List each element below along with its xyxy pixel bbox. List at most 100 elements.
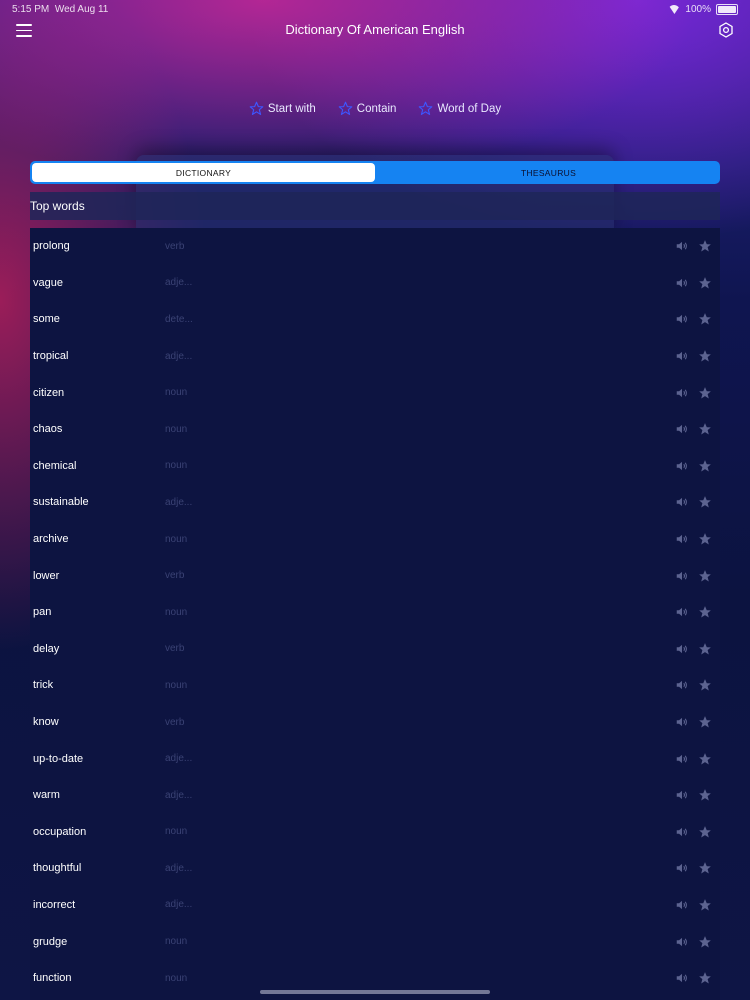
filter-start-with[interactable]: Start with: [249, 101, 316, 116]
list-item[interactable]: pan noun: [30, 594, 720, 631]
row-actions: [675, 971, 712, 985]
tab-dictionary[interactable]: DICTIONARY: [32, 163, 375, 182]
part-of-speech: noun: [165, 423, 188, 435]
star-icon[interactable]: [698, 349, 712, 363]
list-item[interactable]: archive noun: [30, 521, 720, 558]
word-text: sustainable: [33, 496, 89, 509]
filter-bar: Start with Contain Word of Day: [0, 101, 750, 116]
filter-contain[interactable]: Contain: [338, 101, 396, 116]
star-icon[interactable]: [698, 935, 712, 949]
word-text: pan: [33, 606, 52, 619]
list-item[interactable]: prolong verb: [30, 228, 720, 265]
star-icon[interactable]: [698, 642, 712, 656]
list-item[interactable]: grudge noun: [30, 923, 720, 960]
word-list[interactable]: prolong verb vague adje... some dete... tropic…: [30, 228, 720, 1000]
speaker-icon[interactable]: [675, 971, 689, 985]
list-item[interactable]: incorrect adje...: [30, 887, 720, 924]
speaker-icon[interactable]: [675, 935, 689, 949]
settings-button[interactable]: [718, 22, 734, 38]
part-of-speech: dete...: [165, 313, 193, 325]
speaker-icon[interactable]: [675, 861, 689, 875]
speaker-icon[interactable]: [675, 349, 689, 363]
star-icon[interactable]: [698, 422, 712, 436]
status-time-text: 5:15 PM: [12, 4, 50, 15]
list-item[interactable]: trick noun: [30, 667, 720, 704]
word-text: occupation: [33, 825, 87, 838]
star-icon[interactable]: [698, 532, 712, 546]
speaker-icon[interactable]: [675, 569, 689, 583]
star-icon[interactable]: [698, 312, 712, 326]
star-icon[interactable]: [698, 788, 712, 802]
list-item[interactable]: chemical noun: [30, 448, 720, 485]
speaker-icon[interactable]: [675, 898, 689, 912]
list-item[interactable]: warm adje...: [30, 777, 720, 814]
part-of-speech: noun: [165, 606, 188, 618]
list-item[interactable]: thoughtful adje...: [30, 850, 720, 887]
row-actions: [675, 276, 712, 290]
tab-thesaurus[interactable]: THESAURUS: [377, 161, 720, 184]
list-item[interactable]: sustainable adje...: [30, 484, 720, 521]
star-icon[interactable]: [698, 825, 712, 839]
word-text: chemical: [33, 459, 77, 472]
speaker-icon[interactable]: [675, 386, 689, 400]
speaker-icon[interactable]: [675, 678, 689, 692]
row-actions: [675, 788, 712, 802]
row-actions: [675, 935, 712, 949]
list-item[interactable]: lower verb: [30, 557, 720, 594]
list-item[interactable]: chaos noun: [30, 411, 720, 448]
speaker-icon[interactable]: [675, 825, 689, 839]
filter-word-of-day[interactable]: Word of Day: [418, 101, 501, 116]
part-of-speech: adje...: [165, 350, 193, 362]
star-icon[interactable]: [698, 569, 712, 583]
list-item[interactable]: citizen noun: [30, 374, 720, 411]
word-text: some: [33, 313, 60, 326]
speaker-icon[interactable]: [675, 532, 689, 546]
word-text: function: [33, 972, 72, 985]
speaker-icon[interactable]: [675, 239, 689, 253]
star-icon[interactable]: [698, 605, 712, 619]
star-icon[interactable]: [698, 861, 712, 875]
list-item[interactable]: know verb: [30, 704, 720, 741]
part-of-speech: verb: [165, 643, 185, 655]
list-item[interactable]: some dete...: [30, 301, 720, 338]
speaker-icon[interactable]: [675, 788, 689, 802]
home-indicator: [260, 990, 490, 994]
speaker-icon[interactable]: [675, 459, 689, 473]
list-item[interactable]: tropical adje...: [30, 338, 720, 375]
speaker-icon[interactable]: [675, 312, 689, 326]
list-item[interactable]: delay verb: [30, 631, 720, 668]
star-icon[interactable]: [698, 971, 712, 985]
speaker-icon[interactable]: [675, 642, 689, 656]
star-icon[interactable]: [698, 715, 712, 729]
word-text: lower: [33, 569, 60, 582]
part-of-speech: noun: [165, 460, 188, 472]
filter-label: Word of Day: [437, 102, 502, 115]
star-icon[interactable]: [698, 752, 712, 766]
star-icon[interactable]: [698, 459, 712, 473]
section-header: Top words: [30, 192, 720, 220]
battery-icon: [716, 4, 738, 15]
speaker-icon[interactable]: [675, 276, 689, 290]
star-icon[interactable]: [698, 495, 712, 509]
star-icon[interactable]: [698, 276, 712, 290]
star-outline-icon: [338, 101, 353, 115]
wifi-icon: [668, 5, 680, 14]
section-title: Top words: [30, 199, 85, 213]
list-item[interactable]: vague adje...: [30, 265, 720, 302]
star-icon[interactable]: [698, 239, 712, 253]
star-icon[interactable]: [698, 386, 712, 400]
speaker-icon[interactable]: [675, 715, 689, 729]
word-text: up-to-date: [33, 752, 84, 765]
speaker-icon[interactable]: [675, 495, 689, 509]
star-icon[interactable]: [698, 898, 712, 912]
word-text: thoughtful: [33, 862, 82, 875]
row-actions: [675, 861, 712, 875]
list-item[interactable]: up-to-date adje...: [30, 740, 720, 777]
star-icon[interactable]: [698, 678, 712, 692]
speaker-icon[interactable]: [675, 422, 689, 436]
speaker-icon[interactable]: [675, 605, 689, 619]
row-actions: [675, 678, 712, 692]
speaker-icon[interactable]: [675, 752, 689, 766]
part-of-speech: noun: [165, 972, 188, 984]
list-item[interactable]: occupation noun: [30, 814, 720, 851]
